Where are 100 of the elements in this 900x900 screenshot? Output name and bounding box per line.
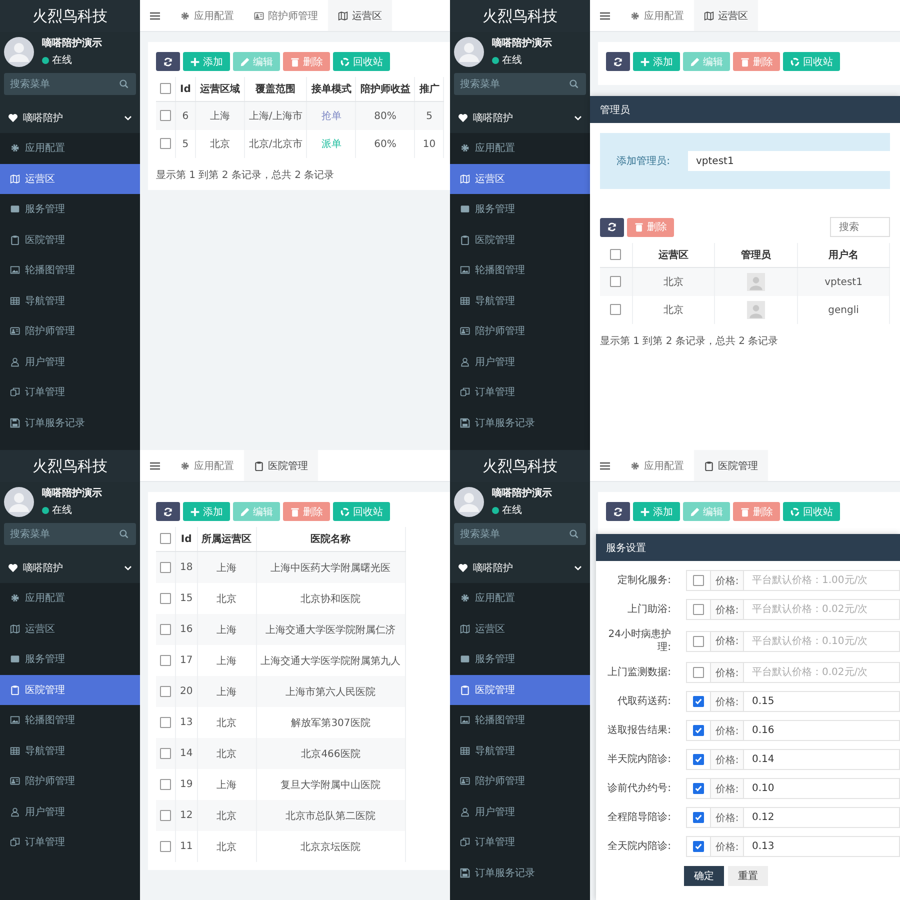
menu-item[interactable]: 订单管理 [0, 827, 140, 858]
checkbox[interactable] [160, 686, 171, 697]
menu-item[interactable]: 运营区 [450, 614, 590, 644]
menu-search-field[interactable]: 搜索菜单 [454, 73, 586, 95]
menu-icon[interactable] [600, 460, 610, 470]
checkbox[interactable] [693, 725, 704, 736]
menu-group[interactable]: 嘀嗒陪护 [0, 103, 140, 133]
reset-button[interactable]: 重置 [728, 866, 768, 886]
tab[interactable]: 运营区 [328, 0, 392, 31]
menu-item[interactable]: 服务管理 [450, 644, 590, 674]
menu-item[interactable]: 订单管理 [450, 827, 590, 858]
price-input-field[interactable]: 平台默认价格：0.02元/次 [743, 599, 900, 620]
tab[interactable]: 应用配置 [170, 0, 244, 31]
tab[interactable]: 医院管理 [694, 450, 768, 481]
search-field[interactable]: 搜索 [830, 217, 890, 237]
tab[interactable]: 应用配置 [620, 450, 694, 481]
menu-item[interactable]: 用户管理 [0, 796, 140, 827]
admin-input-field[interactable]: vptest1 [688, 151, 890, 171]
tab[interactable]: 医院管理 [244, 450, 318, 481]
checkbox[interactable] [160, 83, 171, 94]
checkbox[interactable] [610, 276, 622, 288]
menu-item[interactable]: 医院管理 [450, 674, 590, 705]
menu-item[interactable]: 用户管理 [450, 796, 590, 827]
menu-item[interactable]: 导航管理 [450, 286, 590, 316]
checkbox[interactable] [160, 110, 171, 122]
menu-item[interactable]: 用户管理 [450, 346, 590, 377]
menu-item[interactable]: 订单管理 [450, 377, 590, 408]
checkbox[interactable] [160, 778, 171, 790]
price-input-field[interactable]: 0.15 [743, 691, 900, 712]
menu-item[interactable]: 应用配置 [450, 133, 590, 164]
refresh-button[interactable] [606, 52, 630, 71]
menu-item[interactable]: 订单服务记录 [450, 408, 590, 438]
checkbox[interactable] [160, 748, 171, 759]
tab[interactable]: 运营区 [694, 0, 758, 31]
checkbox[interactable] [160, 654, 171, 666]
menu-item[interactable]: 导航管理 [450, 736, 590, 766]
price-input-field[interactable]: 平台默认价格：0.02元/次 [743, 662, 900, 683]
menu-item[interactable]: 导航管理 [0, 736, 140, 766]
checkbox[interactable] [160, 716, 171, 728]
price-input-field[interactable]: 0.12 [743, 807, 900, 828]
checkbox[interactable] [693, 783, 704, 794]
menu-group[interactable]: 嘀嗒陪护 [450, 553, 590, 583]
price-input-field[interactable]: 0.10 [743, 778, 900, 799]
checkbox[interactable] [610, 249, 622, 260]
checkbox[interactable] [693, 667, 704, 678]
menu-item[interactable]: 轮播图管理 [0, 255, 140, 286]
tab[interactable]: 陪护师管理 [244, 0, 328, 31]
menu-item[interactable]: 陪护师管理 [450, 316, 590, 346]
menu-group[interactable]: 嘀嗒陪护 [0, 553, 140, 583]
menu-item[interactable]: 订单服务记录 [0, 408, 140, 438]
menu-item[interactable]: 服务管理 [0, 644, 140, 674]
menu-group[interactable]: 嘀嗒陪护 [450, 103, 590, 133]
checkbox[interactable] [160, 138, 171, 150]
menu-item[interactable]: 订单服务记录 [450, 858, 590, 888]
menu-search-field[interactable]: 搜索菜单 [454, 523, 586, 545]
checkbox[interactable] [693, 841, 704, 852]
checkbox[interactable] [160, 592, 171, 604]
menu-item[interactable]: 医院管理 [0, 224, 140, 255]
refresh-button[interactable] [600, 218, 624, 236]
checkbox[interactable] [610, 304, 622, 316]
price-input-field[interactable]: 平台默认价格：1.00元/次 [743, 570, 900, 591]
checkbox[interactable] [160, 562, 171, 573]
price-input-field[interactable]: 0.16 [743, 720, 900, 741]
price-input-field[interactable]: 平台默认价格：0.10元/次 [743, 630, 900, 652]
checkbox[interactable] [693, 636, 704, 646]
menu-item[interactable]: 导航管理 [0, 286, 140, 316]
menu-item[interactable]: 轮播图管理 [450, 255, 590, 286]
confirm-button[interactable]: 确定 [684, 866, 724, 886]
price-input-field[interactable]: 0.13 [743, 836, 900, 857]
menu-item[interactable]: 医院管理 [0, 674, 140, 705]
menu-item[interactable]: 运营区 [0, 614, 140, 644]
menu-item[interactable]: 轮播图管理 [450, 705, 590, 736]
menu-item[interactable]: 用户管理 [0, 346, 140, 377]
menu-item[interactable]: 服务管理 [0, 194, 140, 224]
menu-item[interactable]: 陪护师管理 [0, 766, 140, 796]
menu-icon[interactable] [150, 10, 160, 20]
refresh-button[interactable] [156, 502, 180, 521]
menu-search-field[interactable]: 搜索菜单 [4, 73, 136, 95]
checkbox[interactable] [160, 810, 171, 821]
menu-item[interactable]: 应用配置 [450, 583, 590, 614]
refresh-button[interactable] [606, 502, 630, 521]
checkbox[interactable] [693, 812, 704, 823]
refresh-button[interactable] [156, 52, 180, 71]
menu-item[interactable]: 陪护师管理 [0, 316, 140, 346]
menu-item[interactable]: 陪护师管理 [450, 766, 590, 796]
menu-item[interactable]: 轮播图管理 [0, 705, 140, 736]
menu-icon[interactable] [600, 10, 610, 20]
menu-icon[interactable] [150, 460, 160, 470]
checkbox[interactable] [160, 840, 171, 852]
menu-item[interactable]: 运营区 [0, 164, 140, 194]
menu-item[interactable]: 医院管理 [450, 224, 590, 255]
tab[interactable]: 应用配置 [170, 450, 244, 481]
price-input-field[interactable]: 0.14 [743, 749, 900, 770]
tab[interactable]: 应用配置 [620, 0, 694, 31]
checkbox[interactable] [693, 604, 704, 615]
menu-item[interactable]: 订单管理 [0, 377, 140, 408]
checkbox[interactable] [693, 696, 704, 707]
menu-search-field[interactable]: 搜索菜单 [4, 523, 136, 545]
menu-item[interactable]: 服务管理 [450, 194, 590, 224]
menu-item[interactable]: 运营区 [450, 164, 590, 194]
